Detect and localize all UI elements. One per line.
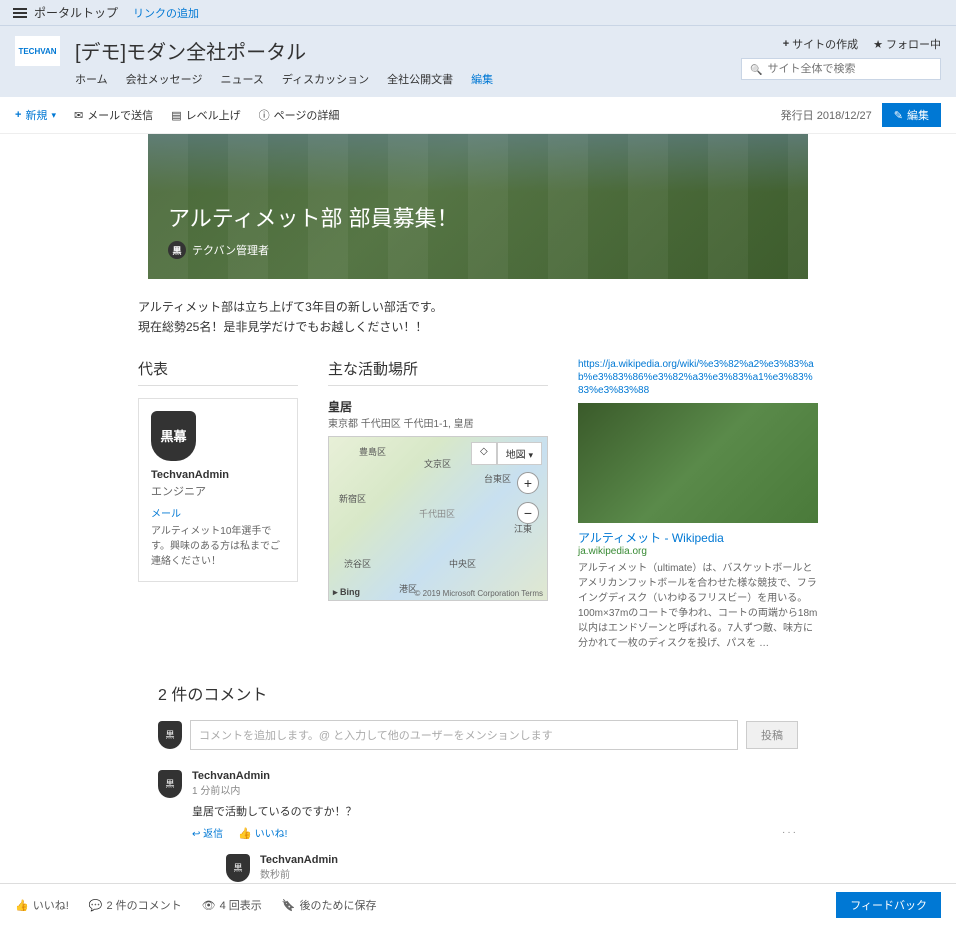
suite-topbar: ポータルトップ リンクの追加 xyxy=(0,0,956,26)
page-footer-bar: いいね! 2 件のコメント 4 回表示 後のために保存 フィードバック xyxy=(0,883,956,926)
profile-name: TechvanAdmin xyxy=(151,469,285,481)
chevron-down-icon xyxy=(51,109,56,121)
activity-heading: 主な活動場所 xyxy=(328,358,548,386)
map-type-button[interactable]: 地図 xyxy=(497,442,542,465)
footer-views: 4 回表示 xyxy=(202,897,262,913)
search-input[interactable] xyxy=(767,63,932,75)
search-icon xyxy=(750,62,762,76)
page-title: アルティメット部 部員募集！ xyxy=(168,201,459,233)
plus-icon xyxy=(15,109,21,121)
chevron-down-icon xyxy=(528,450,533,461)
hero-banner: アルティメット部 部員募集！ 黒 テクバン管理者 xyxy=(148,134,808,279)
profile-avatar: 黒幕 xyxy=(151,411,196,461)
portal-top-link[interactable]: ポータルトップ xyxy=(10,4,118,21)
reply-button[interactable]: 返信 xyxy=(192,825,223,840)
comment-input[interactable]: コメントを追加します。@ と入力して他のユーザーをメンションします xyxy=(190,720,738,750)
map-provider-label: ▸ Bing xyxy=(333,587,360,598)
wiki-url[interactable]: https://ja.wikipedia.org/wiki/%e3%82%a2%… xyxy=(578,358,818,397)
page-author[interactable]: 黒 テクバン管理者 xyxy=(168,241,459,259)
profile-role: エンジニア xyxy=(151,483,285,499)
follow-toggle[interactable]: フォロー中 xyxy=(873,36,941,52)
suite-header: TECHVAN [デモ]モダン全社ポータル ホーム 会社メッセージ ニュース デ… xyxy=(0,26,956,97)
wiki-thumbnail[interactable] xyxy=(578,403,818,523)
nav-discussion[interactable]: ディスカッション xyxy=(282,71,369,87)
star-icon xyxy=(873,38,883,51)
create-site-link[interactable]: サイトの作成 xyxy=(783,36,858,52)
profile-card[interactable]: 黒幕 TechvanAdmin エンジニア メール アルティメット10年選手です… xyxy=(138,398,298,582)
chat-icon xyxy=(89,899,103,912)
nav-home[interactable]: ホーム xyxy=(75,71,108,87)
post-comment-button[interactable]: 投稿 xyxy=(746,721,798,749)
comment-time: 1 分前以内 xyxy=(192,782,798,797)
like-button[interactable]: いいね! xyxy=(238,825,287,840)
footer-like-button[interactable]: いいね! xyxy=(15,897,69,913)
site-title[interactable]: [デモ]モダン全社ポータル xyxy=(75,36,726,65)
nav-edit[interactable]: 編集 xyxy=(471,71,493,87)
comment-time: 数秒前 xyxy=(260,866,798,881)
comment-avatar: 黒 xyxy=(226,854,250,882)
wiki-description: アルティメット（ultimate）は、バスケットボールとアメリカンフットボールを… xyxy=(578,561,818,651)
feedback-button[interactable]: フィードバック xyxy=(836,892,941,918)
map-zoom-out[interactable]: − xyxy=(517,502,539,524)
promote-icon xyxy=(171,109,181,122)
footer-save-button[interactable]: 後のために保存 xyxy=(282,897,377,913)
profile-description: アルティメット10年選手です。興味のある方は私までご連絡ください！ xyxy=(151,524,285,569)
wiki-domain: ja.wikipedia.org xyxy=(578,546,818,557)
thumb-icon xyxy=(15,899,29,912)
pencil-icon xyxy=(894,109,903,122)
plus-icon xyxy=(783,38,789,50)
command-bar: 新規 メールで送信 レベル上げ ページの詳細 発行日 2018/12/27 編集 xyxy=(0,97,956,134)
comment-avatar: 黒 xyxy=(158,770,182,798)
reply-icon xyxy=(192,829,200,840)
bookmark-icon xyxy=(282,899,296,912)
comment-author[interactable]: TechvanAdmin xyxy=(260,854,798,866)
wiki-title-link[interactable]: アルティメット - Wikipedia xyxy=(578,531,724,545)
mail-icon xyxy=(74,109,83,122)
menu-icon xyxy=(13,12,27,14)
footer-comments-button[interactable]: 2 件のコメント xyxy=(89,897,182,913)
author-avatar: 黒 xyxy=(168,241,186,259)
article-body: アルティメット部は立ち上げて3年目の新しい部活です。 現在総勢25名！是非見学だ… xyxy=(3,279,953,348)
comments-section: 2 件のコメント 黒 コメントを追加します。@ と入力して他のユーザーをメンショ… xyxy=(3,661,953,910)
add-link[interactable]: リンクの追加 xyxy=(133,5,199,21)
site-logo[interactable]: TECHVAN xyxy=(15,36,60,66)
location-title: 皇居 xyxy=(328,398,548,415)
level-up-button[interactable]: レベル上げ xyxy=(171,107,240,123)
nav-news[interactable]: ニュース xyxy=(220,71,263,87)
representative-heading: 代表 xyxy=(138,358,298,386)
nav-docs[interactable]: 全社公開文書 xyxy=(387,71,453,87)
map-attribution[interactable]: © 2019 Microsoft Corporation Terms xyxy=(415,589,543,598)
comment-more-button[interactable]: ··· xyxy=(782,827,798,838)
new-button[interactable]: 新規 xyxy=(15,107,56,123)
current-user-avatar: 黒 xyxy=(158,721,182,749)
comments-heading: 2 件のコメント xyxy=(158,681,798,705)
map-zoom-in[interactable]: + xyxy=(517,472,539,494)
thumb-icon xyxy=(238,827,252,840)
site-nav: ホーム 会社メッセージ ニュース ディスカッション 全社公開文書 編集 xyxy=(75,71,726,87)
info-icon xyxy=(259,107,270,123)
eye-icon xyxy=(202,899,216,912)
location-address: 東京都 千代田区 千代田1-1, 皇居 xyxy=(328,415,548,430)
comment-text: 皇居で活動しているのですか！？ xyxy=(192,803,798,819)
send-mail-button[interactable]: メールで送信 xyxy=(74,107,153,123)
publish-date: 発行日 2018/12/27 xyxy=(781,107,872,123)
site-search[interactable] xyxy=(741,58,941,80)
page-details-button[interactable]: ページの詳細 xyxy=(259,107,340,123)
map-widget[interactable]: 豊島区 文京区 新宿区 千代田区 渋谷区 中央区 台東区 江東 港区 ◇ 地図 … xyxy=(328,436,548,601)
page-content: アルティメット部 部員募集！ 黒 テクバン管理者 アルティメット部は立ち上げて3… xyxy=(3,134,953,910)
map-locate-button[interactable]: ◇ xyxy=(471,442,497,465)
comment-author[interactable]: TechvanAdmin xyxy=(192,770,798,782)
nav-message[interactable]: 会社メッセージ xyxy=(126,71,203,87)
profile-mail-link[interactable]: メール xyxy=(151,509,181,520)
edit-button[interactable]: 編集 xyxy=(882,103,941,127)
